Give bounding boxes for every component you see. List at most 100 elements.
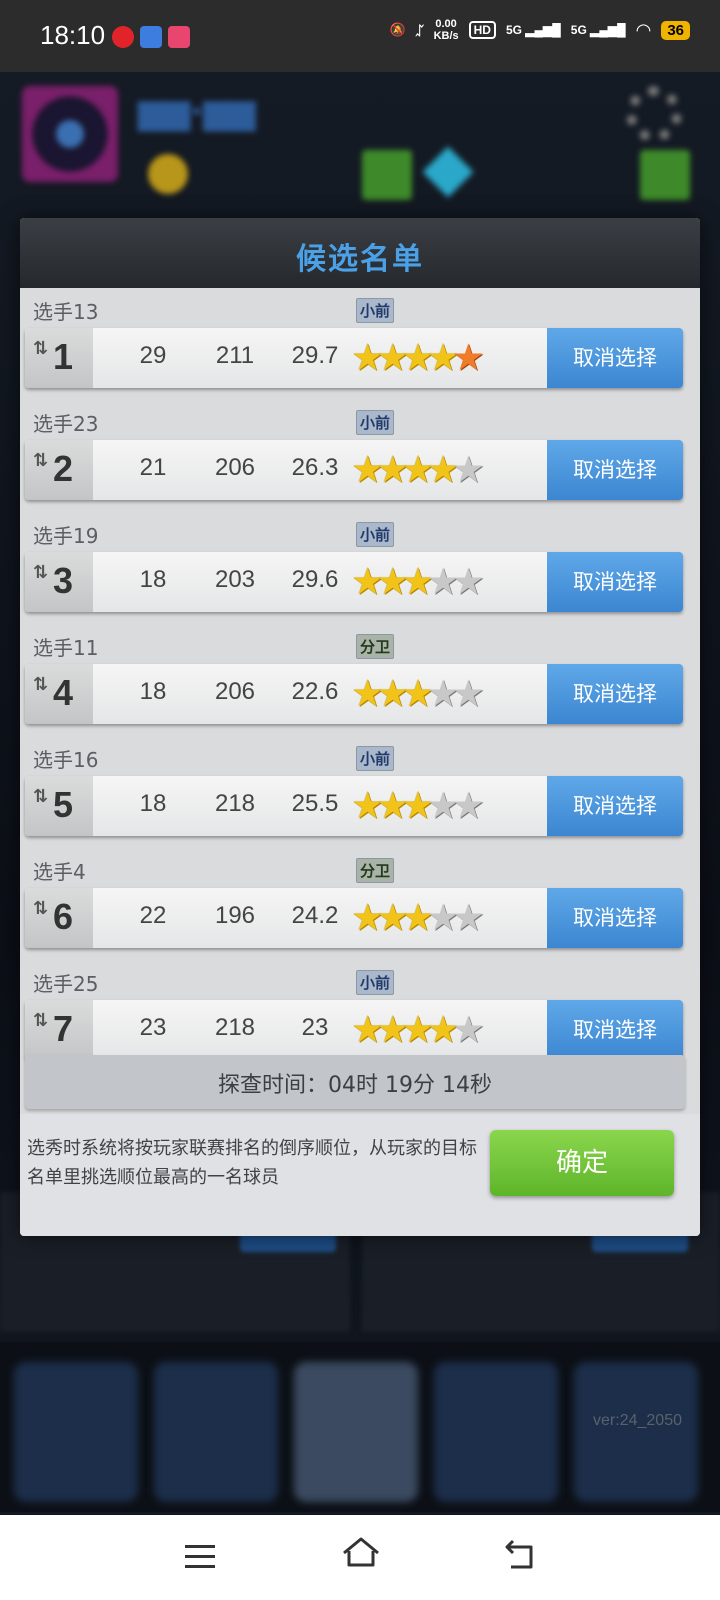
candidate-row: ⇅ 4 18 206 22.6 ★ ★ ★ ★ ★ 取消选择 <box>25 664 683 724</box>
confirm-button[interactable]: 确定 <box>490 1130 674 1196</box>
nav-item-upgrade <box>574 1362 698 1502</box>
network-speed: 0.00 KB/s <box>433 18 459 42</box>
reorder-icon: ⇅ <box>33 338 48 359</box>
gem-icon <box>422 146 474 198</box>
home-icon[interactable] <box>340 1533 382 1575</box>
player-name: 选手23 <box>33 412 99 436</box>
battery-indicator: 36 <box>661 20 690 40</box>
app-notification-icon-2 <box>168 26 190 48</box>
player-stat3: 26.3 <box>291 454 339 481</box>
star-icon: ★ <box>451 448 485 491</box>
player-stat1: 29 <box>139 342 167 369</box>
rank-handle[interactable]: ⇅ 4 <box>25 664 93 724</box>
candidate-entry: 选手23 小前 ⇅ 2 21 206 26.3 ★ ★ ★ ★ ★ 取消选择 <box>25 404 690 516</box>
cancel-selection-button[interactable]: 取消选择 <box>547 328 683 388</box>
star-rating: ★ ★ ★ ★ ★ <box>351 450 485 490</box>
player-stat3: 29.7 <box>291 342 339 369</box>
player-stat3: 25.5 <box>291 790 339 817</box>
status-bar: 18:10 🔕 ᛢ 0.00 KB/s HD 5G ▂▄▆█ 5G ▂▄▆█ ◠… <box>0 0 720 72</box>
netease-music-app-icon <box>112 26 134 48</box>
rank-number: 1 <box>53 336 74 377</box>
nav-item-star <box>14 1362 138 1502</box>
version-label: ver:24_2050 <box>593 1412 682 1429</box>
nav-item-money <box>154 1362 278 1502</box>
candidate-entry: 选手4 分卫 ⇅ 6 22 196 24.2 ★ ★ ★ ★ ★ 取消选择 <box>25 852 690 964</box>
star-rating: ★ ★ ★ ★ ★ <box>351 338 485 378</box>
rank-handle[interactable]: ⇅ 1 <box>25 328 93 388</box>
hd-voice-icon: HD <box>468 21 496 39</box>
candidate-row: ⇅ 1 29 211 29.7 ★ ★ ★ ★ ★ 取消选择 <box>25 328 683 388</box>
player-stat1: 18 <box>139 566 167 593</box>
cancel-selection-button[interactable]: 取消选择 <box>547 776 683 836</box>
status-icons: 🔕 ᛢ 0.00 KB/s HD 5G ▂▄▆█ 5G ▂▄▆█ ◠ 36 <box>390 18 690 42</box>
wifi-icon: ◠ <box>635 19 652 40</box>
cancel-selection-button[interactable]: 取消选择 <box>547 440 683 500</box>
status-time: 18:10 <box>40 20 106 50</box>
player-name: 选手11 <box>33 636 99 660</box>
rank-handle[interactable]: ⇅ 3 <box>25 552 93 612</box>
player-name: 选手4 <box>33 860 86 884</box>
coin-icon <box>148 154 188 194</box>
star-icon: ★ <box>451 896 485 939</box>
rank-number: 2 <box>53 448 74 489</box>
player-name: 选手19 <box>33 524 99 548</box>
player-name: 选手16 <box>33 748 99 772</box>
cancel-selection-button[interactable]: 取消选择 <box>547 1000 683 1060</box>
star-icon: ★ <box>451 560 485 603</box>
recent-apps-icon[interactable] <box>185 1545 215 1575</box>
dialog-footer: 选秀时系统将按玩家联赛排名的倒序顺位，从玩家的目标名单里挑选顺位最高的一名球员 … <box>20 1114 700 1236</box>
rank-handle[interactable]: ⇅ 2 <box>25 440 93 500</box>
mute-icon: 🔕 <box>389 22 406 37</box>
nav-item-draft <box>294 1362 418 1502</box>
player-stat2: 206 <box>214 454 256 481</box>
system-navigation-bar <box>0 1515 720 1600</box>
candidate-row: ⇅ 7 23 218 23 ★ ★ ★ ★ ★ 取消选择 <box>25 1000 683 1060</box>
reorder-icon: ⇅ <box>33 674 48 695</box>
rank-number: 4 <box>53 672 74 713</box>
rank-number: 6 <box>53 896 74 937</box>
cancel-selection-button[interactable]: 取消选择 <box>547 552 683 612</box>
rank-handle[interactable]: ⇅ 5 <box>25 776 93 836</box>
rank-number: 7 <box>53 1008 74 1049</box>
reorder-icon: ⇅ <box>33 898 48 919</box>
background-team-title: ▆▆·▆▆ <box>138 92 256 132</box>
player-stat1: 21 <box>139 454 167 481</box>
candidate-list-dialog: 候选名单 选手13 小前 ⇅ 1 29 211 29.7 ★ ★ ★ ★ ★ 取消选择 选手23 小前 ⇅ 2 2… <box>20 218 700 1236</box>
bluetooth-icon: ᛢ <box>415 22 424 38</box>
player-stat1: 18 <box>139 790 167 817</box>
position-badge: 小前 <box>356 522 395 547</box>
draft-rule-note: 选秀时系统将按玩家联赛排名的倒序顺位，从玩家的目标名单里挑选顺位最高的一名球员 <box>27 1138 477 1188</box>
position-badge: 小前 <box>356 970 395 995</box>
cancel-selection-button[interactable]: 取消选择 <box>547 888 683 948</box>
signal-5g-icon: 5G ▂▄▆█ <box>505 23 561 37</box>
scout-timer-text: 探查时间：04时 19分 14秒 <box>218 1073 492 1098</box>
player-stat1: 18 <box>139 678 167 705</box>
position-badge: 小前 <box>356 746 395 771</box>
dialog-header: 候选名单 <box>20 218 700 288</box>
position-badge: 小前 <box>356 298 395 323</box>
player-stat2: 206 <box>214 678 256 705</box>
candidate-row: ⇅ 2 21 206 26.3 ★ ★ ★ ★ ★ 取消选择 <box>25 440 683 500</box>
star-icon: ★ <box>451 672 485 715</box>
reorder-icon: ⇅ <box>33 562 48 583</box>
dialog-title: 候选名单 <box>296 242 424 277</box>
cancel-selection-button[interactable]: 取消选择 <box>547 664 683 724</box>
player-stat3: 23 <box>301 1014 329 1041</box>
star-rating: ★ ★ ★ ★ ★ <box>351 898 485 938</box>
candidate-entry: 选手16 小前 ⇅ 5 18 218 25.5 ★ ★ ★ ★ ★ 取消选择 <box>25 740 690 852</box>
app-notification-icon <box>140 26 162 48</box>
rank-handle[interactable]: ⇅ 6 <box>25 888 93 948</box>
scout-timer-bar: 探查时间：04时 19分 14秒 <box>25 1055 685 1109</box>
player-name: 选手13 <box>33 300 99 324</box>
player-stat3: 24.2 <box>291 902 339 929</box>
nav-item-chat <box>434 1362 558 1502</box>
signal-5g-icon-2: 5G ▂▄▆█ <box>570 23 626 37</box>
player-stat1: 22 <box>139 902 167 929</box>
rank-number: 5 <box>53 784 74 825</box>
add-coin-button <box>362 150 412 200</box>
candidate-list: 选手13 小前 ⇅ 1 29 211 29.7 ★ ★ ★ ★ ★ 取消选择 选手23 小前 ⇅ 2 21 206 2… <box>25 292 690 1076</box>
rank-handle[interactable]: ⇅ 7 <box>25 1000 93 1060</box>
player-stat2: 196 <box>214 902 256 929</box>
back-icon[interactable] <box>503 1537 537 1571</box>
star-icon: ★ <box>451 784 485 827</box>
